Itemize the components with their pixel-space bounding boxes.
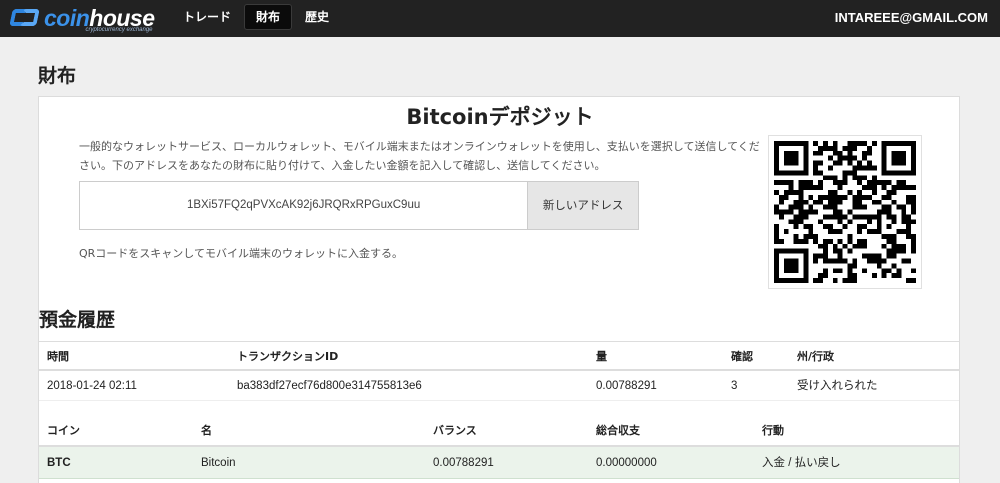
- action-separator: /: [785, 457, 795, 469]
- qr-code-icon: [768, 135, 922, 289]
- cell-time: 2018-01-24 02:11: [47, 380, 137, 392]
- cell-amount: 0.00788291: [596, 380, 657, 392]
- column-header-txid: トランザクションID: [237, 350, 339, 363]
- page-title: 財布: [38, 65, 77, 87]
- brand-logo[interactable]: coinhouse cryptocurrency exchange: [9, 5, 155, 33]
- cell-status: 受け入れられた: [797, 380, 878, 392]
- new-address-button[interactable]: 新しいアドレス: [527, 182, 638, 229]
- nav-item-trade[interactable]: トレード: [172, 4, 242, 30]
- cell-txid[interactable]: ba383df27ecf76d800e314755813e6: [237, 371, 422, 401]
- deposit-link[interactable]: 入金: [762, 457, 785, 469]
- table-header-row: コイン 名 バランス 総合収支 行動: [39, 415, 959, 447]
- deposit-address-field[interactable]: 1BXi57FQ2qPVXcAK92j6JRQRxRPGuxC9uu: [80, 182, 527, 229]
- user-account-menu[interactable]: INTAREEE@GMAIL.COM: [835, 10, 988, 25]
- deposit-title: Bitcoinデポジット: [406, 105, 594, 129]
- table-row: BTC Bitcoin 0.00788291 0.00000000 入金 / 払…: [39, 447, 959, 479]
- column-header-balance: バランス: [433, 424, 477, 437]
- cell-confirmations: 3: [731, 380, 738, 392]
- column-header-name: 名: [201, 424, 212, 437]
- wallet-panel: Bitcoinデポジット 一般的なウォレットサービス、ローカルウォレット、モバイ…: [38, 96, 960, 483]
- nav-item-history[interactable]: 歴史: [294, 4, 340, 30]
- cell-actions: 入金 / 払い戻し: [762, 447, 841, 479]
- column-header-time: 時間: [47, 350, 69, 363]
- cell-coin: BTC: [47, 457, 71, 469]
- column-header-coin: コイン: [47, 424, 80, 437]
- qr-instruction: QRコードをスキャンしてモバイル端末のウォレットに入金する。: [79, 247, 403, 260]
- withdraw-link[interactable]: 払い戻し: [795, 457, 841, 469]
- main-nav: トレード 財布 歴史: [172, 4, 342, 30]
- column-header-action: 行動: [762, 424, 784, 437]
- deposit-description: 一般的なウォレットサービス、ローカルウォレット、モバイル端末またはオンラインウォ…: [79, 140, 760, 172]
- deposit-history-title: 預金履歴: [39, 309, 116, 331]
- top-navbar: coinhouse cryptocurrency exchange トレード 財…: [0, 0, 1000, 37]
- deposit-address-group: 1BXi57FQ2qPVXcAK92j6JRQRxRPGuxC9uu 新しいアド…: [79, 181, 639, 230]
- nav-item-wallet[interactable]: 財布: [244, 4, 293, 30]
- cell-balance: 0.00788291: [433, 457, 494, 469]
- cell-total: 0.00000000: [596, 457, 657, 469]
- column-header-confirmations: 確認: [731, 350, 753, 363]
- brand-tagline: cryptocurrency exchange: [85, 27, 153, 33]
- column-header-total: 総合収支: [596, 424, 640, 437]
- cell-name: Bitcoin: [201, 457, 236, 469]
- column-header-amount: 量: [596, 350, 607, 363]
- table-header-row: 時間 トランザクションID 量 確認 州/行政: [39, 341, 959, 371]
- brand-name-coin: coin: [44, 5, 90, 31]
- column-header-status: 州/行政: [797, 350, 835, 363]
- qr-code-image: [774, 141, 916, 283]
- logo-mark-icon: [9, 7, 40, 29]
- table-row: 2018-01-24 02:11 ba383df27ecf76d800e3147…: [39, 371, 959, 401]
